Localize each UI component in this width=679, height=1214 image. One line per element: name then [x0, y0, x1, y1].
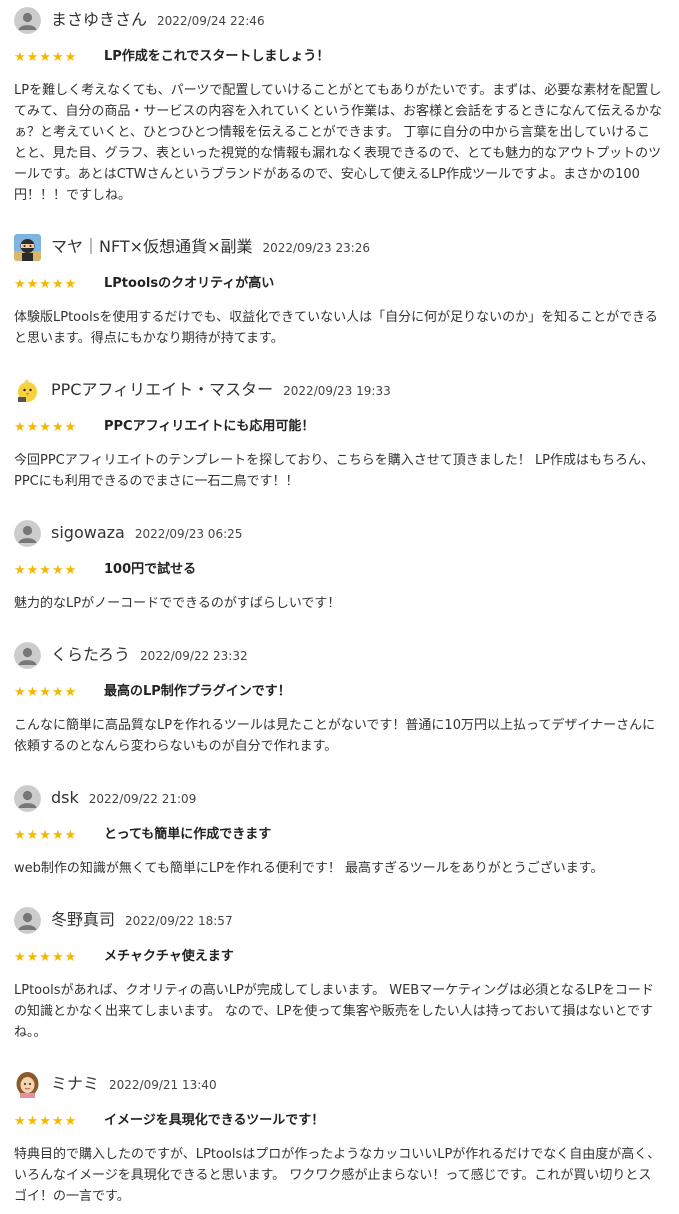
- reviewer-name-line: dsk 2022/09/22 21:09: [51, 788, 196, 809]
- review-date: 2022/09/22 23:32: [140, 649, 248, 663]
- review-item: ミナミ 2022/09/21 13:40 ★★★★★ イメージを具現化できるツール…: [14, 1071, 664, 1204]
- review-body: 今回PPCアフィリエイトのテンプレートを探しており、こちらを購入させて頂きました…: [14, 453, 655, 489]
- reviewer-name-line: 冬野真司 2022/09/22 18:57: [51, 910, 233, 931]
- star-rating-icon: ★★★★★: [14, 828, 78, 843]
- review-item: sigowaza 2022/09/23 06:25 ★★★★★ 100円で試せる …: [14, 520, 664, 611]
- review-body: 特典目的で購入したのですが、LPtoolsはプロが作ったようなカッコいいLPが作…: [14, 1147, 661, 1204]
- default-user-icon[interactable]: [14, 907, 41, 934]
- ninja-avatar-icon[interactable]: [14, 234, 41, 261]
- review-header: マヤ｜NFT×仮想通貨×副業 2022/09/23 23:26: [14, 234, 664, 262]
- reviewer-name-line: マヤ｜NFT×仮想通貨×副業 2022/09/23 23:26: [51, 237, 370, 258]
- review-header: まさゆきさん 2022/09/24 22:46: [14, 7, 664, 35]
- review-item: まさゆきさん 2022/09/24 22:46 ★★★★★ LP作成をこれでスター…: [14, 7, 664, 203]
- review-body: LPを難しく考えなくても、パーツで配置していけることがとてもありがたいです。まず…: [14, 83, 662, 203]
- reviewer-name[interactable]: dsk: [51, 788, 79, 807]
- star-rating-icon: ★★★★★: [14, 563, 78, 578]
- review-item: マヤ｜NFT×仮想通貨×副業 2022/09/23 23:26 ★★★★★ LPt…: [14, 234, 664, 346]
- review-date: 2022/09/21 13:40: [109, 1078, 217, 1092]
- review-header: ミナミ 2022/09/21 13:40: [14, 1071, 664, 1099]
- reviewer-name-line: まさゆきさん 2022/09/24 22:46: [51, 10, 265, 31]
- reviewer-name[interactable]: ミナミ: [51, 1074, 99, 1093]
- reviewer-name-line: ミナミ 2022/09/21 13:40: [51, 1074, 217, 1095]
- review-title: 最高のLP制作プラグインです！: [104, 684, 291, 699]
- review-header: sigowaza 2022/09/23 06:25: [14, 520, 664, 548]
- review-date: 2022/09/23 23:26: [262, 241, 371, 255]
- star-rating-icon: ★★★★★: [14, 277, 78, 292]
- star-rating-icon: ★★★★★: [14, 685, 78, 700]
- review-body: こんなに簡単に高品質なLPを作れるツールは見たことがないです！普通に10万円以上…: [14, 718, 656, 754]
- reviewer-name[interactable]: マヤ｜NFT×仮想通貨×副業: [51, 237, 252, 256]
- review-item: くらたろう 2022/09/22 23:32 ★★★★★ 最高のLP制作プラグイン…: [14, 642, 664, 754]
- reviewer-name[interactable]: まさゆきさん: [51, 10, 147, 29]
- star-rating-icon: ★★★★★: [14, 1114, 78, 1129]
- reviewer-name-line: PPCアフィリエイト・マスター 2022/09/23 19:33: [51, 380, 391, 401]
- reviewer-name-line: くらたろう 2022/09/22 23:32: [51, 645, 248, 666]
- review-title: イメージを具現化できるツールです！: [104, 1113, 325, 1128]
- review-header: PPCアフィリエイト・マスター 2022/09/23 19:33: [14, 377, 664, 405]
- default-user-icon[interactable]: [14, 7, 41, 34]
- default-user-icon[interactable]: [14, 785, 41, 812]
- review-list: まさゆきさん 2022/09/24 22:46 ★★★★★ LP作成をこれでスター…: [0, 0, 679, 1214]
- reviewer-name[interactable]: 冬野真司: [51, 910, 115, 929]
- review-date: 2022/09/24 22:46: [157, 14, 265, 28]
- review-body: 体験版LPtoolsを使用するだけでも、収益化できていない人は「自分に何が足りな…: [14, 310, 658, 346]
- star-rating-icon: ★★★★★: [14, 950, 78, 965]
- star-rating-icon: ★★★★★: [14, 420, 78, 435]
- reviewer-name-line: sigowaza 2022/09/23 06:25: [51, 523, 242, 544]
- reviewer-name[interactable]: PPCアフィリエイト・マスター: [51, 380, 273, 399]
- review-item: dsk 2022/09/22 21:09 ★★★★★ とっても簡単に作成できます …: [14, 785, 664, 876]
- review-date: 2022/09/22 21:09: [88, 792, 197, 806]
- review-item: 冬野真司 2022/09/22 18:57 ★★★★★ メチャクチャ使えます LP…: [14, 907, 664, 1040]
- review-item: PPCアフィリエイト・マスター 2022/09/23 19:33 ★★★★★ PP…: [14, 377, 664, 489]
- review-date: 2022/09/22 18:57: [125, 914, 233, 928]
- reviewer-name[interactable]: くらたろう: [51, 645, 130, 664]
- default-user-icon[interactable]: [14, 520, 41, 547]
- review-header: dsk 2022/09/22 21:09: [14, 785, 664, 813]
- review-title: LPtoolsのクオリティが高い: [104, 276, 275, 291]
- review-title: 100円で試せる: [104, 562, 197, 577]
- review-body: web制作の知識が無くても簡単にLPを作れる便利です！ 最高すぎるツールをありが…: [14, 861, 604, 876]
- reviewer-name[interactable]: sigowaza: [51, 523, 125, 542]
- girl-avatar-icon[interactable]: [14, 1071, 41, 1098]
- review-body: LPtoolsがあれば、クオリティの高いLPが完成してしまいます。 WEBマーケ…: [14, 983, 654, 1040]
- review-header: くらたろう 2022/09/22 23:32: [14, 642, 664, 670]
- default-user-icon[interactable]: [14, 642, 41, 669]
- review-header: 冬野真司 2022/09/22 18:57: [14, 907, 664, 935]
- review-title: PPCアフィリエイトにも応用可能！: [104, 419, 315, 434]
- review-title: LP作成をこれでスタートしましょう！: [104, 49, 330, 64]
- review-title: とっても簡単に作成できます: [104, 827, 272, 842]
- chick-avatar-icon[interactable]: [14, 377, 41, 404]
- review-date: 2022/09/23 19:33: [283, 384, 391, 398]
- review-title: メチャクチャ使えます: [104, 949, 234, 964]
- star-rating-icon: ★★★★★: [14, 50, 78, 65]
- review-body: 魅力的なLPがノーコードでできるのがすばらしいです！: [14, 596, 341, 611]
- review-date: 2022/09/23 06:25: [134, 527, 243, 541]
